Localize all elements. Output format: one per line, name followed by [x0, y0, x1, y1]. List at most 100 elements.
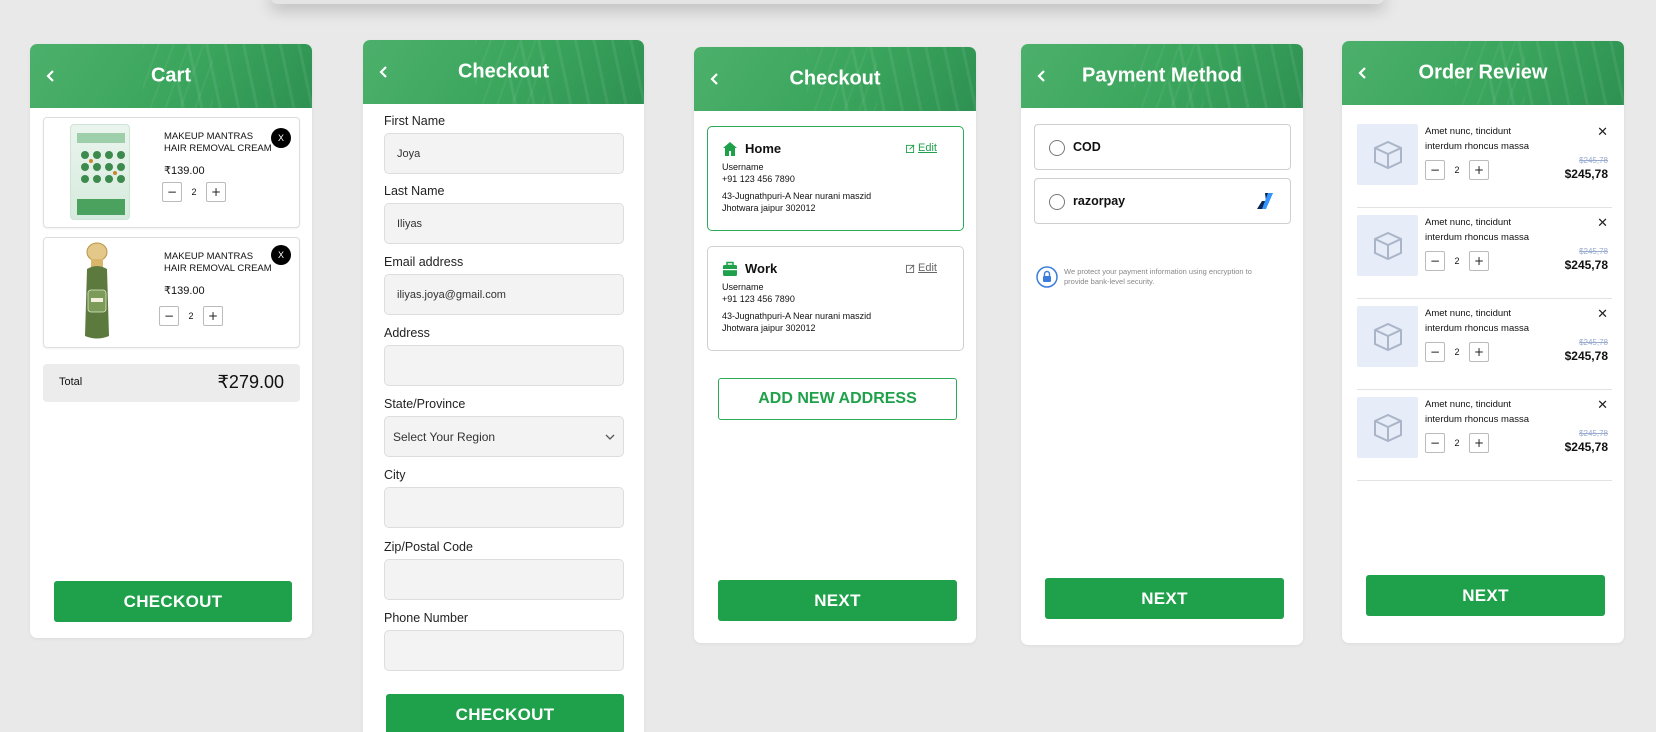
- email-input[interactable]: iliyas.joya@gmail.com: [384, 274, 624, 315]
- page-title: Order Review: [1418, 61, 1548, 84]
- state-select[interactable]: Select Your Region: [384, 416, 624, 457]
- quantity-value: 2: [1454, 165, 1460, 175]
- state-select-value: Select Your Region: [393, 429, 496, 444]
- last-name-label: Last Name: [384, 184, 445, 198]
- decrease-button[interactable]: −: [159, 306, 179, 326]
- zip-input[interactable]: [384, 559, 624, 600]
- checkout-form-screen: Checkout First Name Joya Last Name Iliya…: [363, 40, 644, 732]
- back-chevron-icon[interactable]: [373, 61, 395, 83]
- checkout-header: Checkout: [363, 40, 644, 104]
- payment-option-cod[interactable]: COD: [1034, 124, 1291, 170]
- increase-button[interactable]: +: [1469, 160, 1489, 180]
- package-icon: [1357, 306, 1418, 367]
- zip-label: Zip/Postal Code: [384, 540, 473, 554]
- decrease-button[interactable]: −: [1425, 342, 1445, 362]
- payment-header: Payment Method: [1021, 44, 1303, 108]
- item-name: Amet nunc, tincidunt interdum rhoncus mas…: [1425, 217, 1530, 243]
- address-label: Home: [745, 141, 782, 156]
- total-label: Total: [59, 376, 83, 388]
- increase-button[interactable]: +: [1469, 251, 1489, 271]
- quantity-value: 2: [188, 311, 194, 321]
- razorpay-logo-icon: [1256, 192, 1274, 214]
- address-select-screen: Checkout Home Edit Username +91 123 456 …: [694, 47, 976, 643]
- next-button[interactable]: NEXT: [1366, 575, 1605, 616]
- address-details: Username +91 123 456 7890 43-Jugnathpuri…: [722, 162, 872, 213]
- payment-option-label: COD: [1073, 140, 1101, 154]
- payment-option-razorpay[interactable]: razorpay: [1034, 178, 1291, 224]
- add-new-address-button[interactable]: ADD NEW ADDRESS: [718, 378, 957, 420]
- radio-button[interactable]: [1049, 194, 1065, 210]
- quantity-stepper: − 2 +: [1425, 433, 1489, 453]
- edit-icon: [906, 264, 915, 273]
- review-item: Amet nunc, tincidunt interdum rhoncus mas…: [1357, 390, 1612, 481]
- page-title: Checkout: [789, 67, 881, 90]
- back-chevron-icon[interactable]: [1352, 62, 1374, 84]
- remove-item-button[interactable]: X: [271, 128, 291, 148]
- quantity-stepper: − 2 +: [1425, 342, 1489, 362]
- edit-link[interactable]: Edit: [906, 142, 937, 154]
- phone-input[interactable]: [384, 630, 624, 671]
- radio-button[interactable]: [1049, 140, 1065, 156]
- cart-item: MAKEUP MANTRAS HAIR REMOVAL CREAM ₹139.00…: [43, 117, 300, 228]
- next-button[interactable]: NEXT: [718, 580, 957, 621]
- quantity-stepper: − 2 +: [1425, 251, 1489, 271]
- quantity-stepper: − 2 +: [162, 182, 226, 202]
- increase-button[interactable]: +: [1469, 342, 1489, 362]
- decrease-button[interactable]: −: [1425, 160, 1445, 180]
- item-name: Amet nunc, tincidunt interdum rhoncus mas…: [1425, 308, 1530, 334]
- last-name-input[interactable]: Iliyas: [384, 203, 624, 244]
- page-title: Cart: [150, 64, 191, 87]
- back-chevron-icon[interactable]: [40, 65, 62, 87]
- decrease-button[interactable]: −: [162, 182, 182, 202]
- item-price: $245,78: [1564, 349, 1608, 363]
- decrease-button[interactable]: −: [1425, 251, 1445, 271]
- cart-screen: Cart MAKEUP MANTRAS HAIR REMOVAL CREAM ₹1…: [30, 44, 312, 638]
- increase-button[interactable]: +: [1469, 433, 1489, 453]
- quantity-value: 2: [191, 187, 197, 197]
- checkout-button[interactable]: CHECKOUT: [386, 694, 624, 732]
- product-image-bottle: [80, 242, 114, 342]
- edit-link[interactable]: Edit: [906, 262, 937, 274]
- checkout-button[interactable]: CHECKOUT: [54, 581, 292, 622]
- cart-total-bar: Total ₹279.00: [43, 364, 300, 402]
- remove-icon[interactable]: ✕: [1597, 398, 1608, 413]
- total-value: ₹279.00: [217, 372, 284, 392]
- product-price: ₹139.00: [164, 165, 205, 177]
- product-image-pouch: [70, 124, 130, 220]
- cart-item: MAKEUP MANTRAS HAIR REMOVAL CREAM ₹139.00…: [43, 237, 300, 348]
- payment-option-label: razorpay: [1073, 194, 1126, 208]
- first-name-label: First Name: [384, 114, 446, 128]
- next-button[interactable]: NEXT: [1045, 578, 1284, 619]
- item-name: Amet nunc, tincidunt interdum rhoncus mas…: [1425, 126, 1530, 152]
- page-title: Checkout: [457, 60, 550, 83]
- address-details: Username +91 123 456 7890 43-Jugnathpuri…: [722, 282, 872, 333]
- product-name: MAKEUP MANTRAS HAIR REMOVAL CREAM: [164, 131, 272, 154]
- item-price: $245,78: [1564, 167, 1608, 181]
- city-input[interactable]: [384, 487, 624, 528]
- remove-icon[interactable]: ✕: [1597, 125, 1608, 140]
- item-price: $245,78: [1564, 440, 1608, 454]
- first-name-input[interactable]: Joya: [384, 133, 624, 174]
- review-item: Amet nunc, tincidunt interdum rhoncus mas…: [1357, 208, 1612, 299]
- page-title: Payment Method: [1081, 64, 1243, 87]
- quantity-stepper: − 2 +: [159, 306, 223, 326]
- increase-button[interactable]: +: [203, 306, 223, 326]
- address-input[interactable]: [384, 345, 624, 386]
- address-card-home[interactable]: Home Edit Username +91 123 456 7890 43-J…: [707, 126, 964, 231]
- phone-label: Phone Number: [384, 611, 469, 625]
- back-chevron-icon[interactable]: [1031, 65, 1053, 87]
- item-price: $245,78: [1564, 258, 1608, 272]
- address-label: Address: [384, 326, 430, 340]
- address-card-work[interactable]: Work Edit Username +91 123 456 7890 43-J…: [707, 246, 964, 351]
- old-price: $245,78: [1579, 338, 1608, 347]
- city-label: City: [384, 468, 406, 482]
- remove-icon[interactable]: ✕: [1597, 307, 1608, 322]
- back-chevron-icon[interactable]: [704, 68, 726, 90]
- increase-button[interactable]: +: [206, 182, 226, 202]
- remove-icon[interactable]: ✕: [1597, 216, 1608, 231]
- package-icon: [1357, 124, 1418, 185]
- address-header: Checkout: [694, 47, 976, 111]
- remove-item-button[interactable]: X: [271, 245, 291, 265]
- security-note-text: We protect your payment information usin…: [1064, 267, 1252, 286]
- decrease-button[interactable]: −: [1425, 433, 1445, 453]
